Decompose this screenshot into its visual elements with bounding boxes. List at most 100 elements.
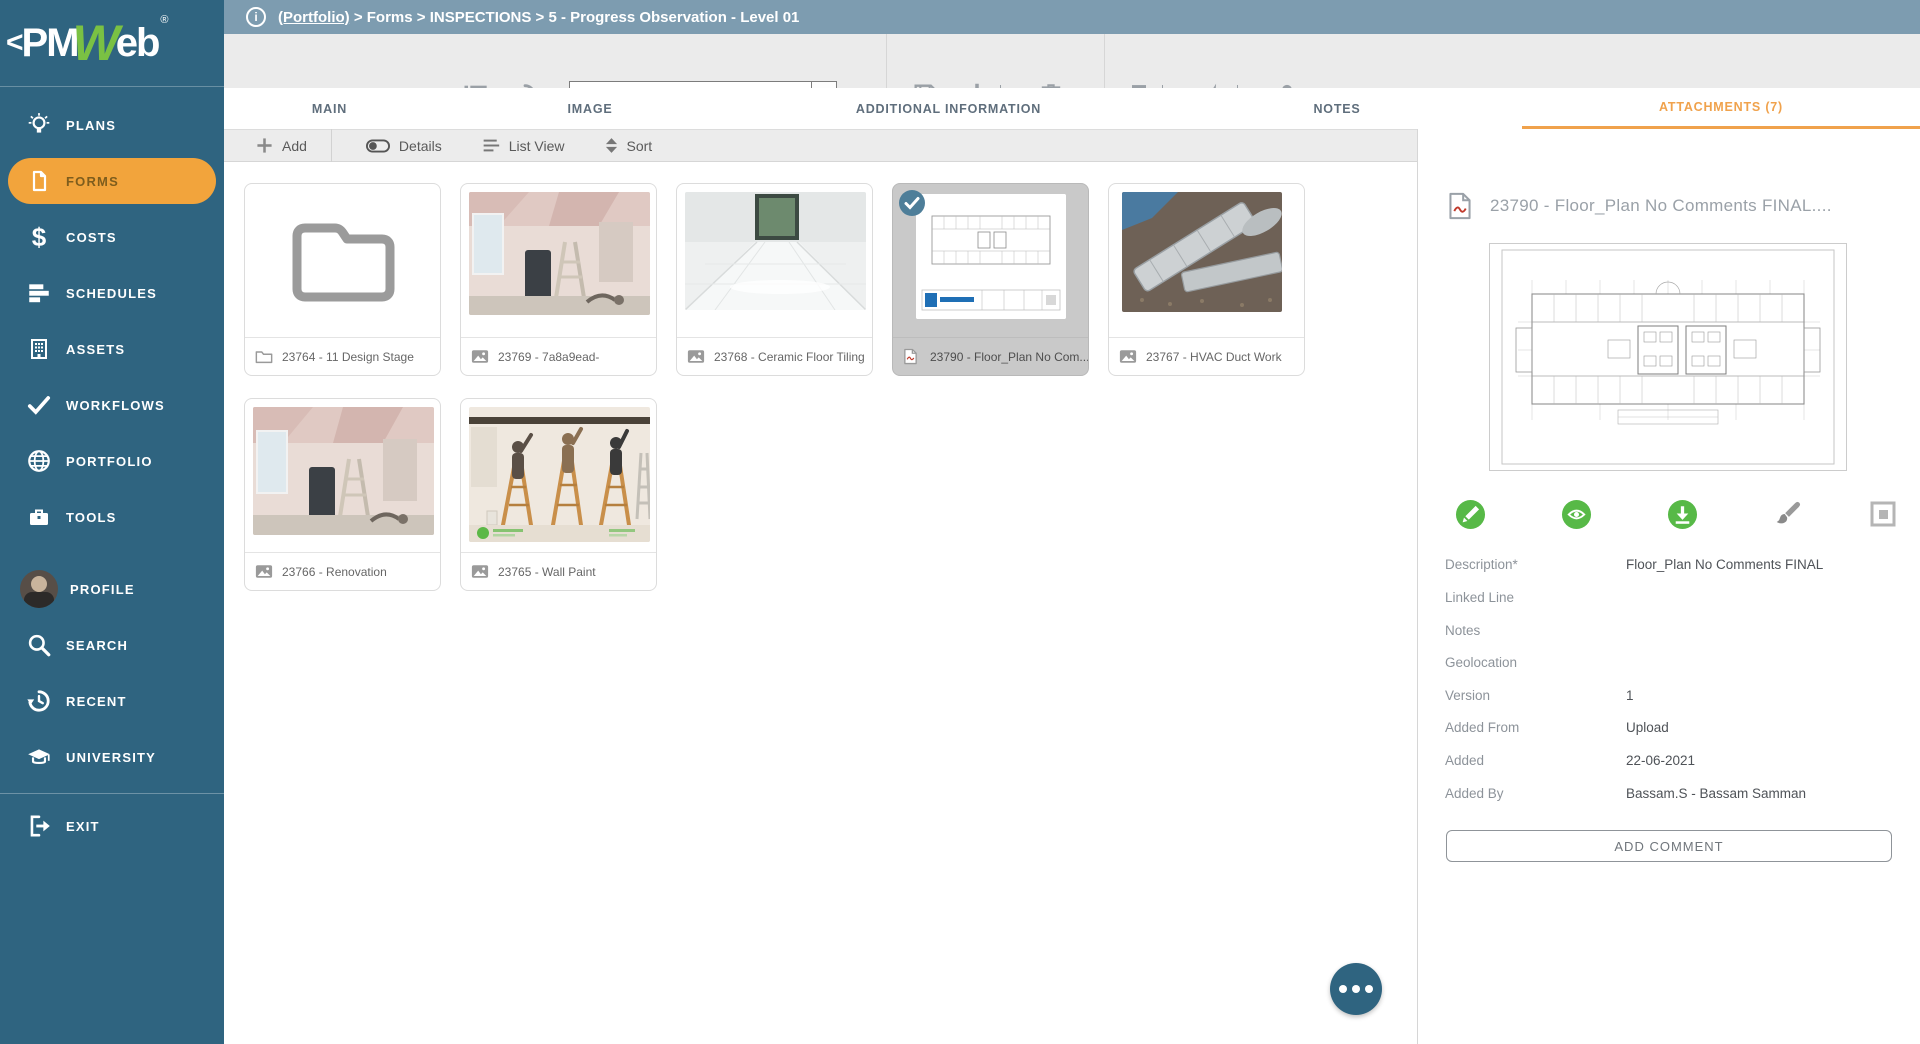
sidebar-item-label: PROFILE: [70, 582, 135, 597]
dot-icon: [1352, 985, 1360, 993]
sidebar-item-tools[interactable]: TOOLS: [8, 494, 216, 540]
sidebar-item-profile[interactable]: PROFILE: [8, 566, 216, 612]
edit-pencil-icon: [1455, 499, 1486, 530]
toolbar-separator: [886, 34, 887, 88]
sidebar-item-search[interactable]: SEARCH: [8, 622, 216, 668]
photo-thumbnail: [685, 192, 866, 310]
add-attachment-button[interactable]: Add: [256, 130, 307, 161]
sidebar-item-label: SEARCH: [66, 638, 128, 653]
tab-notes[interactable]: NOTES: [1152, 88, 1522, 129]
image-small-icon: [255, 564, 273, 579]
card-label-row: 23767 - HVAC Duct Work: [1109, 337, 1304, 375]
tab-image[interactable]: IMAGE: [435, 88, 745, 129]
pdf-small-icon: [903, 348, 921, 365]
list-view-button[interactable]: List View: [482, 130, 565, 161]
sort-button[interactable]: Sort: [605, 130, 653, 161]
sidebar-item-exit[interactable]: EXIT: [8, 803, 216, 849]
card-label-row: 23769 - 7a8a9ead-: [461, 337, 656, 375]
card-label: 23766 - Renovation: [282, 565, 387, 579]
field-row-geolocation: Geolocation: [1445, 646, 1905, 679]
sidebar-item-label: PORTFOLIO: [66, 454, 153, 469]
sidebar: <PMWeb® PLANS FORMS $ COSTS SCHEDULES: [0, 0, 224, 1044]
attachment-card-23765[interactable]: 23765 - Wall Paint: [460, 398, 657, 591]
field-label: Geolocation: [1445, 655, 1626, 670]
sidebar-item-label: ASSETS: [66, 342, 125, 357]
field-label: Version: [1445, 688, 1626, 703]
download-icon: [1667, 499, 1698, 530]
card-label-row: 23766 - Renovation: [245, 552, 440, 590]
field-value: Upload: [1626, 720, 1669, 735]
tab-additional-information[interactable]: ADDITIONAL INFORMATION: [745, 88, 1152, 129]
tab-main[interactable]: MAIN: [224, 88, 435, 129]
more-actions-fab[interactable]: [1330, 963, 1382, 1015]
sidebar-item-label: FORMS: [66, 174, 119, 189]
download-attachment-button[interactable]: [1665, 497, 1699, 531]
markup-brush-button[interactable]: [1771, 497, 1805, 531]
sidebar-item-assets[interactable]: ASSETS: [8, 326, 216, 372]
plus-icon: [256, 137, 273, 154]
breadcrumb-bar: i (Portfolio) > Forms > INSPECTIONS > 5 …: [224, 0, 1920, 34]
sidebar-item-costs[interactable]: $ COSTS: [8, 214, 216, 260]
field-value: Bassam.S - Bassam Samman: [1626, 786, 1806, 801]
sidebar-item-label: WORKFLOWS: [66, 398, 165, 413]
sidebar-item-recent[interactable]: RECENT: [8, 678, 216, 724]
toggle-icon: [366, 139, 390, 153]
sort-label: Sort: [627, 138, 653, 154]
sidebar-item-university[interactable]: UNIVERSITY: [8, 734, 216, 780]
field-label: Added From: [1445, 720, 1626, 735]
attachment-card-23764[interactable]: 23764 - 11 Design Stage: [244, 183, 441, 376]
field-value: 1: [1626, 688, 1634, 703]
tab-attachments[interactable]: ATTACHMENTS (7): [1522, 88, 1920, 129]
attachment-card-23768[interactable]: 23768 - Ceramic Floor Tiling: [676, 183, 873, 376]
portfolio-link[interactable]: (Portfolio): [278, 9, 350, 26]
pdf-icon: [1447, 192, 1473, 220]
details-label: Details: [399, 138, 442, 154]
sidebar-item-label: COSTS: [66, 230, 117, 245]
sidebar-item-label: EXIT: [66, 819, 100, 834]
history-icon: [24, 686, 54, 716]
document-icon: [24, 166, 54, 196]
attachment-preview[interactable]: [1489, 243, 1847, 471]
sidebar-item-plans[interactable]: PLANS: [8, 102, 216, 148]
card-label: 23769 - 7a8a9ead-: [498, 350, 599, 364]
sidebar-item-schedules[interactable]: SCHEDULES: [8, 270, 216, 316]
view-attachment-button[interactable]: [1559, 497, 1593, 531]
briefcase-icon: [24, 502, 54, 532]
attachment-card-23769[interactable]: 23769 - 7a8a9ead-: [460, 183, 657, 376]
sidebar-item-label: RECENT: [66, 694, 127, 709]
sidebar-item-forms[interactable]: FORMS: [8, 158, 216, 204]
attachment-card-23766[interactable]: 23766 - Renovation: [244, 398, 441, 591]
save-image-icon: [1869, 500, 1897, 528]
pmweb-logo[interactable]: <PMWeb®: [0, 0, 224, 87]
field-row-added-by: Added By Bassam.S - Bassam Samman: [1445, 777, 1905, 810]
panel-divider: [1417, 129, 1418, 1044]
edit-attachment-button[interactable]: [1453, 497, 1487, 531]
save-image-button[interactable]: [1866, 497, 1900, 531]
attachment-card-23767[interactable]: 23767 - HVAC Duct Work: [1108, 183, 1305, 376]
add-attachment-label: Add: [282, 138, 307, 154]
card-label-row: 23790 - Floor_Plan No Com...: [893, 337, 1088, 375]
dot-icon: [1365, 985, 1373, 993]
toolbar-separator: [1104, 34, 1105, 88]
card-label-row: 23764 - 11 Design Stage: [245, 337, 440, 375]
info-icon[interactable]: i: [246, 7, 266, 27]
add-comment-button[interactable]: ADD COMMENT: [1446, 830, 1892, 862]
sidebar-item-portfolio[interactable]: PORTFOLIO: [8, 438, 216, 484]
action-bar-separator: [331, 129, 332, 162]
list-view-icon: [482, 138, 500, 153]
graduation-cap-icon: [24, 742, 54, 772]
globe-icon: [24, 446, 54, 476]
card-label-row: 23768 - Ceramic Floor Tiling: [677, 337, 872, 375]
pdf-thumbnail: [916, 194, 1066, 319]
field-row-added-from: Added From Upload: [1445, 711, 1905, 744]
sidebar-item-workflows[interactable]: WORKFLOWS: [8, 382, 216, 428]
eye-icon: [1561, 499, 1592, 530]
sidebar-divider: [0, 793, 224, 794]
details-toggle[interactable]: Details: [366, 130, 442, 161]
field-value[interactable]: Floor_Plan No Comments FINAL: [1626, 557, 1823, 572]
attachment-card-23790[interactable]: 23790 - Floor_Plan No Com...: [892, 183, 1089, 376]
card-label: 23768 - Ceramic Floor Tiling: [714, 350, 865, 364]
dot-icon: [1339, 985, 1347, 993]
logo-text-pm: PM: [22, 21, 78, 66]
photo-thumbnail: [469, 407, 650, 542]
